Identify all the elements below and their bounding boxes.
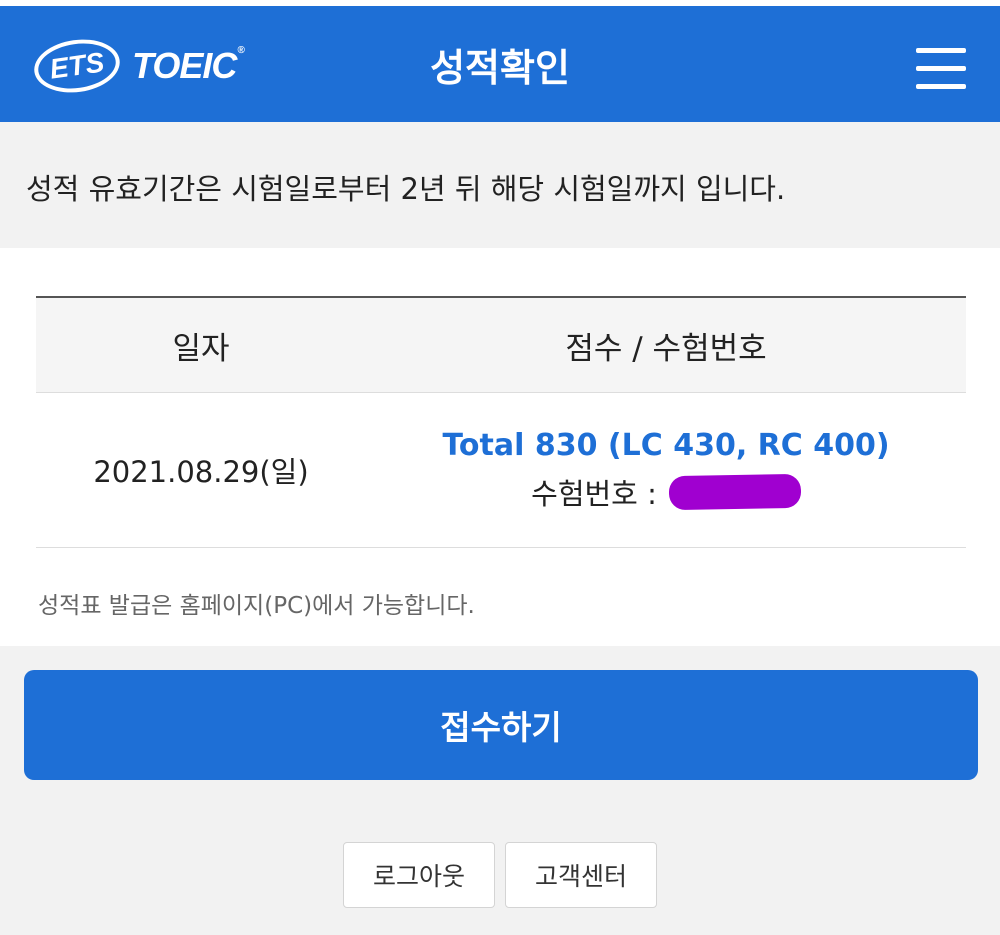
score-total: Total 830 (LC 430, RC 400) (442, 427, 890, 463)
logout-button[interactable]: 로그아웃 (343, 842, 495, 908)
ets-logo-mark: ETS (30, 34, 124, 98)
validity-notice: 성적 유효기간은 시험일로부터 2년 뒤 해당 시험일까지 입니다. (0, 122, 1000, 248)
validity-notice-text: 성적 유효기간은 시험일로부터 2년 뒤 해당 시험일까지 입니다. (26, 172, 786, 206)
score-card: 일자 점수 / 수험번호 2021.08.29(일) Total 830 (LC… (0, 248, 1000, 646)
hamburger-menu-icon[interactable] (912, 44, 968, 94)
ets-toeic-logo[interactable]: ETS TOEIC® (30, 30, 254, 102)
column-header-date: 일자 (172, 330, 230, 367)
customer-center-button[interactable]: 고객센터 (505, 842, 657, 908)
table-row: 2021.08.29(일) Total 830 (LC 430, RC 400)… (36, 393, 966, 548)
redaction-mark (668, 473, 802, 510)
score-table: 일자 점수 / 수험번호 2021.08.29(일) Total 830 (LC… (36, 296, 966, 548)
exam-number-line: 수험번호 : (366, 471, 966, 513)
exam-date: 2021.08.29(일) (93, 455, 309, 489)
table-header: 일자 점수 / 수험번호 (36, 296, 966, 393)
issuance-footnote: 성적표 발급은 홈페이지(PC)에서 가능합니다. (38, 593, 475, 619)
apply-button[interactable]: 접수하기 (24, 670, 978, 780)
toeic-logo-text: TOEIC® (132, 45, 245, 86)
score-cell: Total 830 (LC 430, RC 400) 수험번호 : (366, 428, 966, 513)
column-header-score: 점수 / 수험번호 (565, 330, 767, 367)
app-header: ETS TOEIC® (0, 6, 1000, 122)
exam-number-label: 수험번호 : (531, 476, 657, 511)
ets-logo-text: ETS (47, 46, 107, 85)
